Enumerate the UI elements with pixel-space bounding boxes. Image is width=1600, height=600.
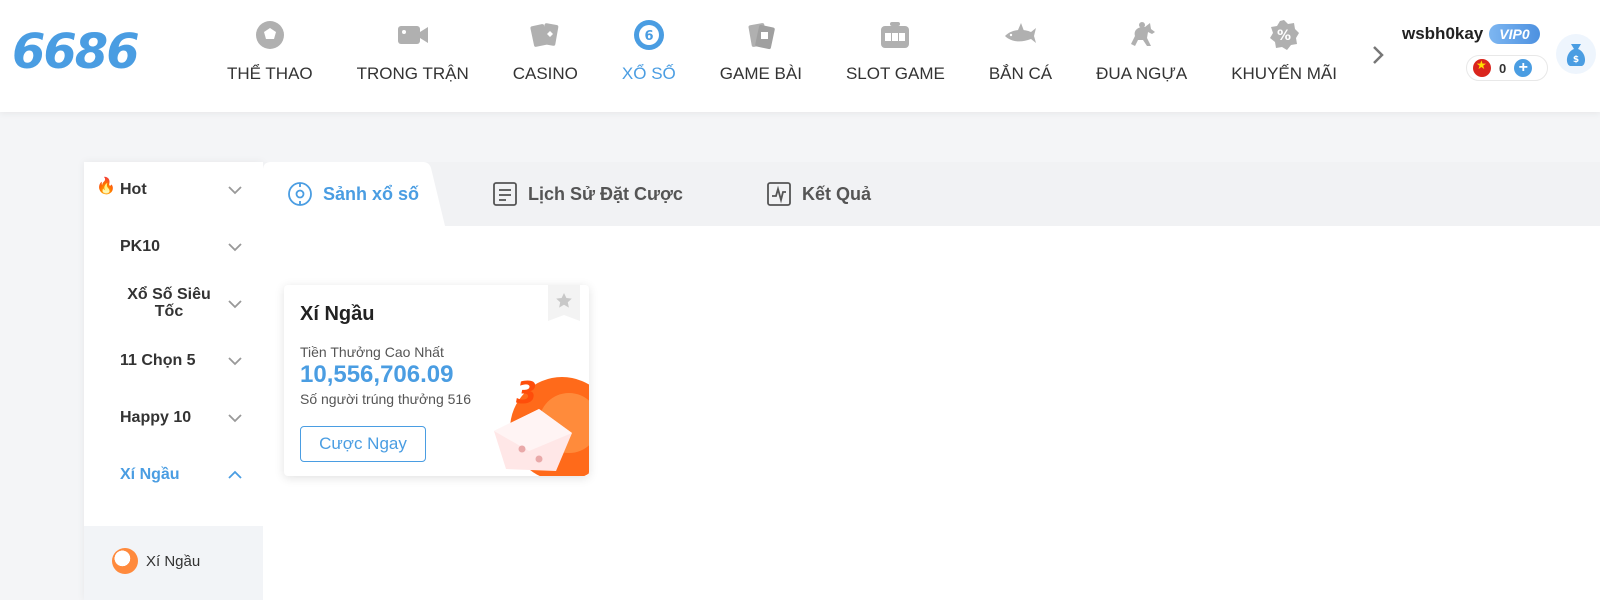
chevron-down-icon: [228, 243, 242, 252]
nav-item-trong-tran[interactable]: TRONG TRẬN: [335, 0, 491, 112]
main-nav: THỂ THAO TRONG TRẬN CASINO 6 XỔ SỐ GAME …: [205, 0, 1355, 112]
nav-item-the-thao[interactable]: THỂ THAO: [205, 0, 335, 112]
chevron-down-icon: [228, 357, 242, 366]
sidebar-item-label: Hot: [120, 181, 147, 198]
money-bag-button[interactable]: $: [1556, 34, 1596, 74]
sidebar-item-xi-ngau[interactable]: Xí Ngầu: [84, 447, 263, 503]
submenu-item-label: Xí Ngầu: [146, 552, 201, 570]
tab-results[interactable]: Kết Quả: [766, 162, 871, 226]
chevron-down-icon: [228, 414, 242, 423]
chevron-right-icon: [1373, 46, 1384, 64]
winners-count: Số người trúng thưởng 516: [300, 391, 471, 407]
dice-icon: [112, 548, 138, 574]
nav-label: GAME BÀI: [719, 64, 802, 83]
nav-label: CASINO: [512, 64, 578, 83]
favorite-star-icon[interactable]: [548, 285, 580, 321]
document-list-icon: [493, 182, 517, 206]
nav-item-ban-ca[interactable]: BẮN CÁ: [967, 0, 1074, 112]
sidebar-item-hot[interactable]: 🔥 Hot: [84, 162, 263, 218]
game-card-xi-ngau[interactable]: Xí Ngầu Tiền Thưởng Cao Nhất 10,556,706.…: [284, 285, 589, 476]
chart-line-icon: [767, 182, 791, 206]
lottery-category-sidebar: 🔥 Hot PK10 Xổ Số Siêu Tốc 11 Chọn 5 Happ…: [84, 162, 263, 600]
nav-item-casino[interactable]: CASINO: [491, 0, 600, 112]
sidebar-item-label: Xí Ngầu: [120, 466, 180, 483]
top-prize-value: 10,556,706.09: [300, 361, 454, 388]
nav-item-slot-game[interactable]: SLOT GAME: [824, 0, 967, 112]
tab-label: Sảnh xổ số: [323, 183, 420, 204]
tab-label: Lịch Sử Đặt Cược: [528, 183, 683, 204]
nav-label: SLOT GAME: [845, 64, 945, 83]
chevron-down-icon: [228, 186, 242, 195]
lottery-ball-icon: 6: [633, 20, 664, 50]
soccer-ball-icon: [255, 21, 284, 49]
percent-badge-icon: %: [1270, 20, 1300, 50]
top-header: 6686 THỂ THAO TRONG TRẬN CASINO 6 XỔ SỐ …: [0, 0, 1600, 112]
submenu-item-xi-ngau[interactable]: Xí Ngầu: [112, 548, 200, 574]
dice-illustration: 3: [494, 376, 589, 476]
horse-racing-icon: [1130, 22, 1155, 46]
tab-lottery-lobby[interactable]: Sảnh xổ số: [287, 162, 419, 226]
nav-label: BẮN CÁ: [988, 64, 1053, 83]
tab-bet-history[interactable]: Lịch Sử Đặt Cược: [492, 162, 683, 226]
chevron-down-icon: [228, 300, 242, 309]
svg-text:%: %: [1277, 28, 1291, 44]
deposit-plus-button[interactable]: +: [1514, 59, 1533, 77]
wallet-balance: 0 +: [1466, 55, 1548, 81]
sidebar-item-happy-10[interactable]: Happy 10: [84, 390, 263, 446]
sidebar-item-xo-so-sieu-toc[interactable]: Xổ Số Siêu Tốc: [84, 276, 263, 332]
shark-icon: [1005, 23, 1037, 43]
sidebar-item-pk10[interactable]: PK10: [84, 219, 263, 275]
sidebar-item-label: Happy 10: [120, 409, 192, 426]
user-info: wsbh0kay VIP0: [1402, 24, 1540, 44]
money-bag-icon: $: [1566, 44, 1586, 66]
svg-text:$: $: [1573, 55, 1579, 65]
nav-item-game-bai[interactable]: GAME BÀI: [698, 0, 824, 112]
nav-item-khuyen-mai[interactable]: % KHUYẾN MÃI: [1209, 0, 1355, 112]
nav-item-dua-ngua[interactable]: ĐUA NGỰA: [1074, 0, 1209, 112]
game-title: Xí Ngầu: [300, 303, 375, 325]
svg-text:3: 3: [516, 376, 537, 411]
nav-label: TRONG TRẬN: [356, 64, 469, 83]
nav-label: THỂ THAO: [227, 64, 313, 83]
card-game-icon: [748, 23, 775, 50]
svg-text:6: 6: [644, 29, 653, 44]
target-icon: [288, 182, 312, 206]
tab-label: Kết Quả: [802, 183, 872, 204]
site-logo[interactable]: 6686: [12, 24, 140, 80]
chevron-up-icon: [228, 470, 242, 479]
video-camera-icon: [397, 26, 428, 44]
sidebar-item-label: Xổ Số Siêu Tốc: [127, 286, 211, 320]
balance-amount: 0: [1499, 60, 1507, 76]
bet-now-button[interactable]: Cược Ngay: [300, 426, 426, 462]
vietnam-flag-icon: [1473, 58, 1491, 77]
nav-next-arrow[interactable]: [1366, 40, 1390, 70]
tabs-bar: [263, 162, 1600, 226]
sidebar-item-label: 11 Chọn 5: [120, 352, 196, 369]
playing-cards-icon: [530, 23, 559, 47]
nav-item-xo-so[interactable]: 6 XỔ SỐ: [600, 0, 698, 112]
fire-icon: 🔥: [96, 178, 116, 195]
username[interactable]: wsbh0kay: [1402, 24, 1483, 44]
slot-machine-icon: [881, 22, 910, 48]
sidebar-submenu: Xí Ngầu: [84, 526, 263, 600]
nav-label: XỔ SỐ: [621, 64, 676, 83]
top-prize-label: Tiền Thưởng Cao Nhất: [300, 344, 444, 360]
nav-label: ĐUA NGỰA: [1096, 64, 1188, 83]
sidebar-item-11-chon-5[interactable]: 11 Chọn 5: [84, 333, 263, 389]
nav-label: KHUYẾN MÃI: [1231, 64, 1337, 83]
vip-badge[interactable]: VIP0: [1489, 24, 1540, 44]
sidebar-item-label: PK10: [120, 238, 161, 255]
